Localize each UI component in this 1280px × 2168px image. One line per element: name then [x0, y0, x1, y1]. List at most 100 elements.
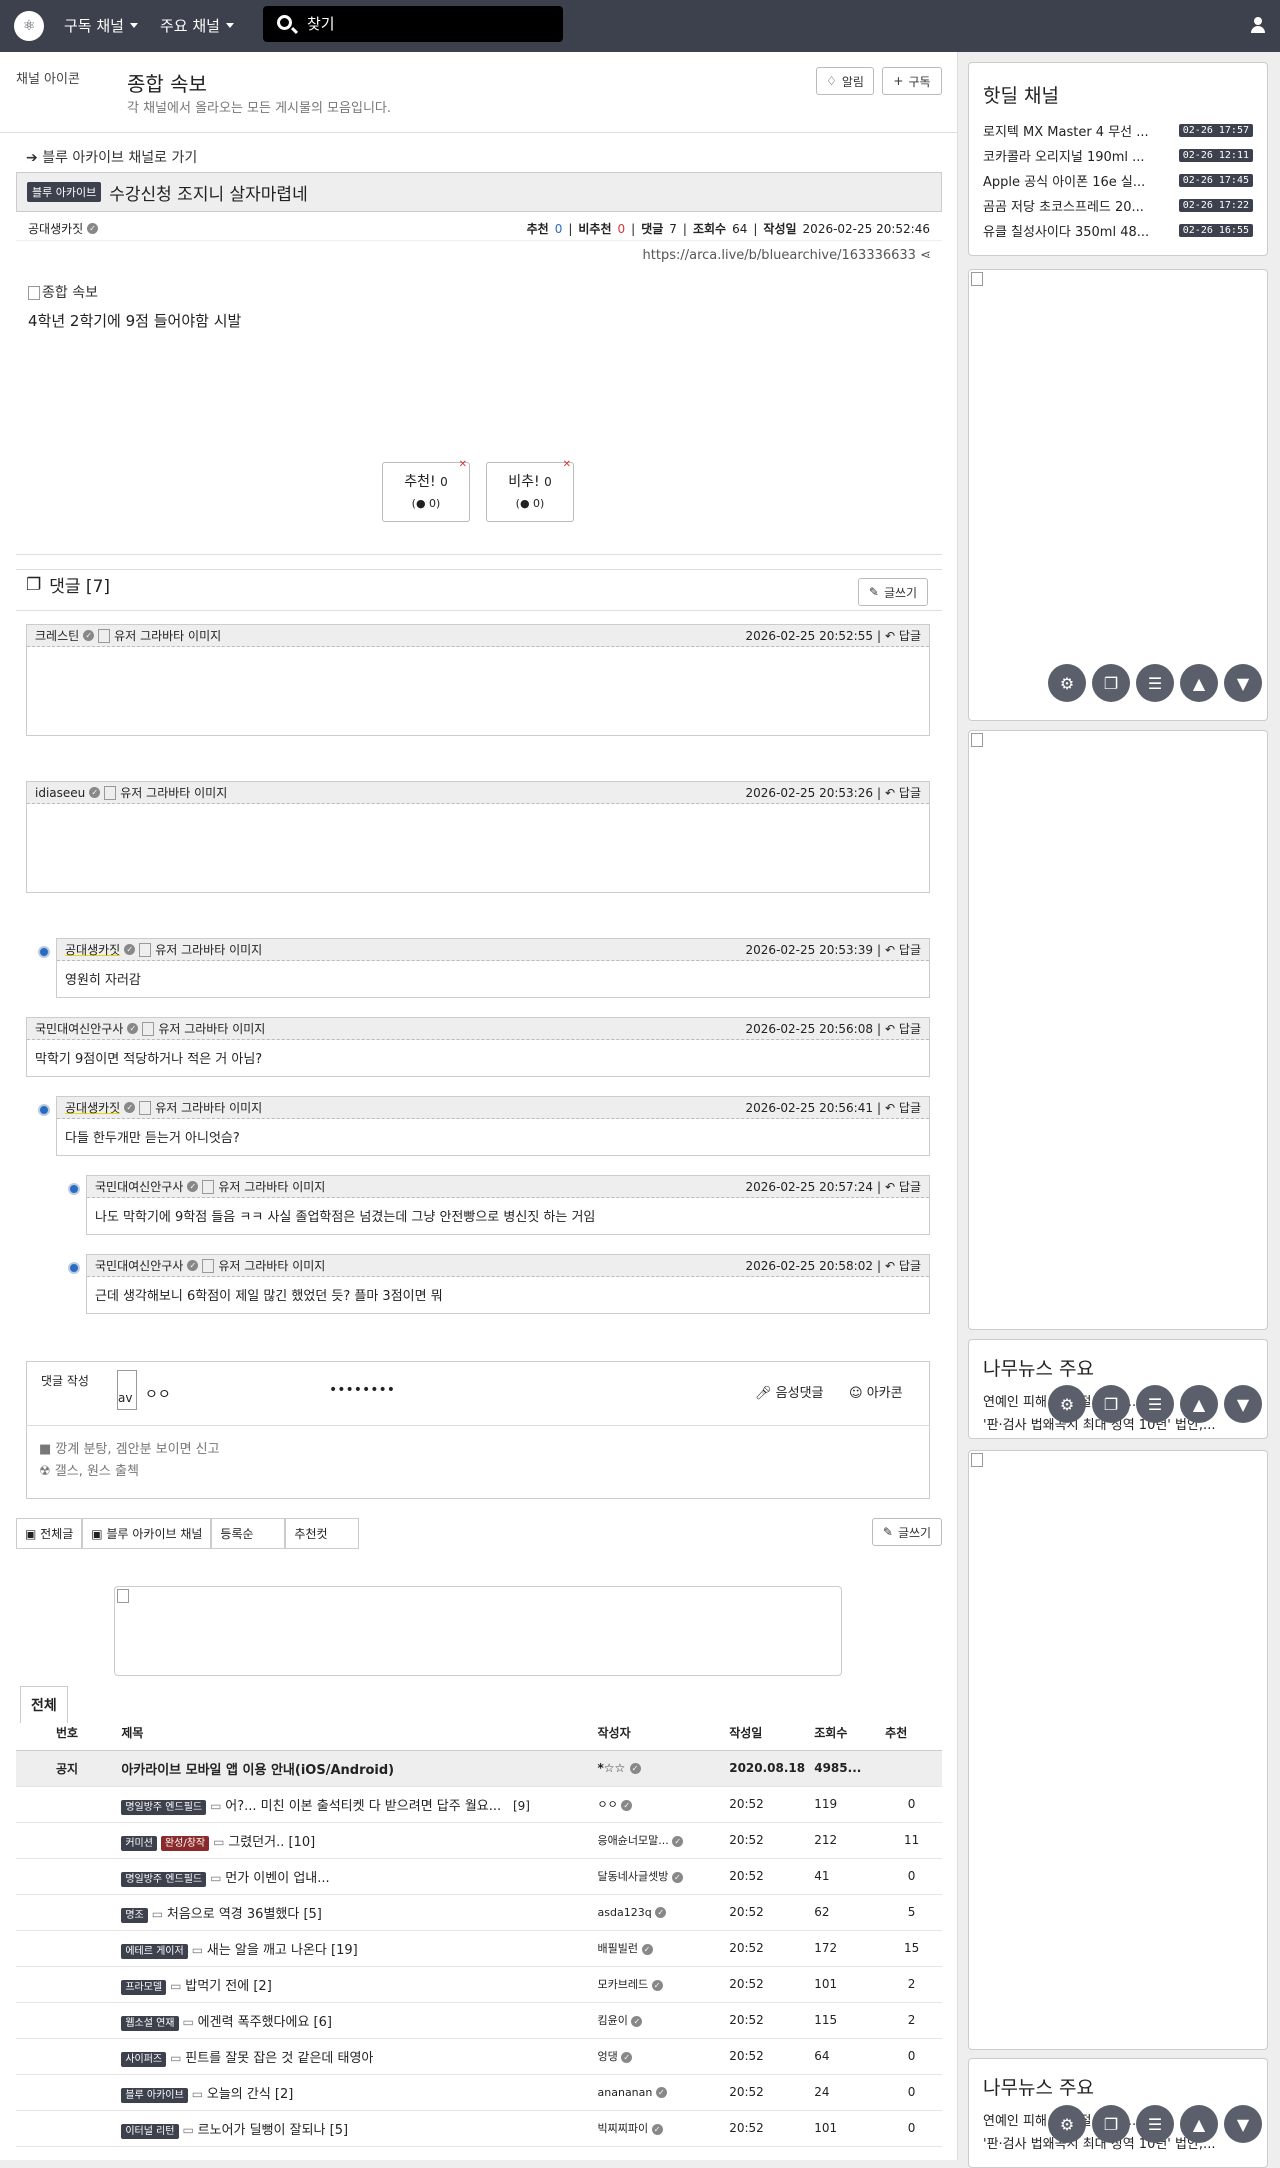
arcacon-button[interactable]: ☺ 아카콘 — [849, 1382, 903, 1401]
table-row[interactable]: 명일방주 엔드필드 ▭ 먼가 이벤이 업내... 달동네사글셋방 ✓ 20:52 41 0 — [16, 1858, 942, 1895]
list-icon[interactable]: ☰ — [1136, 2105, 1174, 2143]
downvote-button[interactable]: ✕ 비추! 0 (● 0) — [486, 459, 574, 522]
row-title-cell[interactable]: 웹소설 연재 ▭ 에겐력 폭주했다에요 [6] — [117, 2002, 594, 2039]
arrow-up-icon[interactable]: ▲ — [1180, 664, 1218, 702]
notice-row[interactable]: 공지 아카라이브 모바일 앱 이용 안내(iOS/Android) *☆☆ ✓ … — [16, 1750, 942, 1787]
comment-author[interactable]: 공대생카짓 — [65, 1099, 120, 1116]
row-author[interactable]: anananan ✓ — [593, 2074, 726, 2111]
row-title-cell[interactable]: 명일방주 엔드필드 ▭ 먼가 이벤이 업내... — [117, 1858, 594, 1895]
table-row[interactable]: 에테르 게이저 ▭ 새는 알을 깨고 나온다 [19] 배필빌런 ✓ 20:52 172… — [16, 1930, 942, 1967]
all-posts-tab[interactable]: ▣ 전체글 — [16, 1518, 83, 1549]
comment-textarea-line[interactable]: ■ 깡계 분탕, 겜안분 보이면 신고 — [39, 1438, 220, 1457]
news-title[interactable]: 나무뉴스 주요 — [969, 2059, 1267, 2108]
gear-icon[interactable]: ⚙ — [1048, 664, 1086, 702]
hotdeal-item[interactable]: 유클 칠성사이다 350ml 48... 02-26 16:55 — [969, 218, 1267, 243]
comment-author[interactable]: 공대생카짓 — [65, 941, 120, 958]
close-icon[interactable]: ✕ — [459, 459, 467, 470]
reply-button[interactable]: ↶ 답글 — [885, 627, 921, 644]
copy-icon[interactable]: ❐ — [1092, 664, 1130, 702]
table-row[interactable]: 명조 ▭ 처음으로 역경 36별했다 [5] asda123q ✓ 20:52 62 5 — [16, 1894, 942, 1931]
voice-comment-button[interactable]: 🎤︎ 음성댓글 — [755, 1382, 824, 1401]
upvote-button[interactable]: ✕ 추천! 0 (● 0) — [382, 459, 470, 522]
row-title-cell[interactable]: 이터널 리턴 ▭ 르노어가 딜뻥이 잘되나 [5] — [117, 2110, 594, 2147]
post-write-button[interactable]: ✎ 글쓰기 — [872, 1518, 942, 1546]
list-icon[interactable]: ☰ — [1136, 1385, 1174, 1423]
comment-author[interactable]: 크레스틴 — [35, 627, 79, 644]
nickname-field[interactable]: ㅇㅇ — [145, 1384, 171, 1404]
table-row[interactable]: 블루 아카이브 ▭ 오늘의 간식 [2] anananan ✓ 20:52 24 0 — [16, 2074, 942, 2111]
channel-title[interactable]: 종합 속보 — [127, 68, 207, 97]
arca-logo-icon[interactable]: ⚛ — [14, 11, 44, 41]
list-icon[interactable]: ☰ — [1136, 664, 1174, 702]
table-row[interactable]: 프라모델 ▭ 밥먹기 전에 [2] 모카브레드 ✓ 20:52 101 2 — [16, 1966, 942, 2003]
arrow-up-icon[interactable]: ▲ — [1180, 1385, 1218, 1423]
arrow-down-icon[interactable]: ▼ — [1224, 2105, 1262, 2143]
ad-slot[interactable] — [968, 1450, 1268, 2050]
close-icon[interactable]: ✕ — [563, 459, 571, 470]
table-row[interactable]: 명일방주 엔드필드 ▭ 어?... 미친 이본 출석티켓 다 받으려면 답주 월요… — [16, 1786, 942, 1823]
row-title-cell[interactable]: 커미션 완성/창작 ▭ 그렸던거.. [10] — [117, 1822, 594, 1859]
best-select[interactable]: 추천컷 — [285, 1518, 360, 1549]
post-url[interactable]: https://arca.live/b/bluearchive/16333663… — [643, 248, 931, 263]
row-title-cell[interactable]: 에테르 게이저 ▭ 새는 알을 깨고 나온다 [19] — [117, 1930, 594, 1967]
notice-title[interactable]: 아카라이브 모바일 앱 이용 안내(iOS/Android) — [117, 1750, 594, 1787]
gear-icon[interactable]: ⚙ — [1048, 1385, 1086, 1423]
password-field[interactable]: •••••••• — [329, 1382, 395, 1398]
ad-banner[interactable] — [114, 1586, 842, 1676]
hotdeal-title[interactable]: 핫딜 채널 — [969, 63, 1267, 118]
search-input[interactable] — [307, 12, 547, 36]
order-select[interactable]: 등록순 — [211, 1518, 286, 1549]
user-icon[interactable] — [1250, 17, 1266, 33]
ad-slot[interactable] — [968, 269, 1268, 721]
arrow-up-icon[interactable]: ▲ — [1180, 2105, 1218, 2143]
channel-tab[interactable]: ▣ 블루 아카이브 채널 — [82, 1518, 212, 1549]
row-title-cell[interactable]: 명일방주 엔드필드 ▭ 어?... 미친 이본 출석티켓 다 받으려면 답주 월요… — [117, 1786, 594, 1823]
subscribed-channels-menu[interactable]: 구독 채널 — [64, 15, 138, 36]
row-title-cell[interactable]: 프라모델 ▭ 밥먹기 전에 [2] — [117, 1966, 594, 2003]
comment-textarea-line[interactable]: ☢ 갤스, 원스 출첵 — [39, 1460, 139, 1479]
comment-author[interactable]: 국민대여신안구사 — [35, 1020, 123, 1037]
comment-write-button[interactable]: ✎ 글쓰기 — [858, 578, 928, 606]
comment-author[interactable]: 국민대여신안구사 — [95, 1178, 183, 1195]
table-row[interactable]: 사이퍼즈 ▭ 핀트를 잘못 잡은 것 같은데 태영아 엉댕 ✓ 20:52 64 0 — [16, 2038, 942, 2075]
row-author[interactable]: 엉댕 ✓ — [593, 2038, 726, 2075]
row-title-cell[interactable]: 사이퍼즈 ▭ 핀트를 잘못 잡은 것 같은데 태영아 — [117, 2038, 594, 2075]
row-author[interactable]: 빅찌찌파이 ✓ — [593, 2110, 726, 2147]
row-author[interactable]: asda123q ✓ — [593, 1894, 726, 1931]
ad-slot[interactable] — [968, 730, 1268, 1330]
table-row[interactable]: 웹소설 연재 ▭ 에겐력 폭주했다에요 [6] 킴윤이 ✓ 20:52 115 2 — [16, 2002, 942, 2039]
arrow-down-icon[interactable]: ▼ — [1224, 664, 1262, 702]
back-to-channel-link[interactable]: ➔ 블루 아카이브 채널로 가기 — [26, 147, 197, 167]
reply-button[interactable]: ↶ 답글 — [885, 1178, 921, 1195]
row-title-cell[interactable]: 명조 ▭ 처음으로 역경 36별했다 [5] — [117, 1894, 594, 1931]
category-badge[interactable]: 블루 아카이브 — [27, 182, 102, 202]
hotdeal-item[interactable]: 코카콜라 오리지널 190ml ... 02-26 12:11 — [969, 143, 1267, 168]
reply-button[interactable]: ↶ 답글 — [885, 1257, 921, 1274]
share-icon[interactable]: ⋖ — [920, 248, 931, 263]
major-channels-menu[interactable]: 주요 채널 — [160, 15, 234, 36]
reply-button[interactable]: ↶ 답글 — [885, 784, 921, 801]
row-author[interactable]: 달동네사글셋방 ✓ — [593, 1858, 726, 1895]
table-row[interactable]: 이터널 리턴 ▭ 르노어가 딜뻥이 잘되나 [5] 빅찌찌파이 ✓ 20:52 101 0 — [16, 2110, 942, 2147]
reply-button[interactable]: ↶ 답글 — [885, 1020, 921, 1037]
post-author[interactable]: 공대생카짓 — [28, 220, 83, 237]
gear-icon[interactable]: ⚙ — [1048, 2105, 1086, 2143]
alert-button[interactable]: ♢ 알림 — [816, 67, 874, 95]
row-author[interactable]: 모카브레드 ✓ — [593, 1966, 726, 2003]
copy-icon[interactable]: ❐ — [1092, 2105, 1130, 2143]
table-row[interactable]: 커미션 완성/창작 ▭ 그렸던거.. [10] 응애슌너모말... ✓ 20:52 212… — [16, 1822, 942, 1859]
news-title[interactable]: 나무뉴스 주요 — [969, 1340, 1267, 1389]
reply-button[interactable]: ↶ 답글 — [885, 1099, 921, 1116]
hotdeal-item[interactable]: 곰곰 저당 초코스프레드 20... 02-26 17:22 — [969, 193, 1267, 218]
hotdeal-item[interactable]: 로지텍 MX Master 4 무선 ... 02-26 17:57 — [969, 118, 1267, 143]
row-title-cell[interactable]: 블루 아카이브 ▭ 오늘의 간식 [2] — [117, 2074, 594, 2111]
row-author[interactable]: 배필빌런 ✓ — [593, 1930, 726, 1967]
row-author[interactable]: 응애슌너모말... ✓ — [593, 1822, 726, 1859]
comment-author[interactable]: 국민대여신안구사 — [95, 1257, 183, 1274]
row-author[interactable]: ㅇㅇ ✓ — [593, 1786, 726, 1823]
comment-author[interactable]: idiaseeu — [35, 786, 85, 800]
arrow-down-icon[interactable]: ▼ — [1224, 1385, 1262, 1423]
search-icon[interactable] — [277, 15, 292, 30]
row-author[interactable]: 킴윤이 ✓ — [593, 2002, 726, 2039]
copy-icon[interactable]: ❐ — [1092, 1385, 1130, 1423]
